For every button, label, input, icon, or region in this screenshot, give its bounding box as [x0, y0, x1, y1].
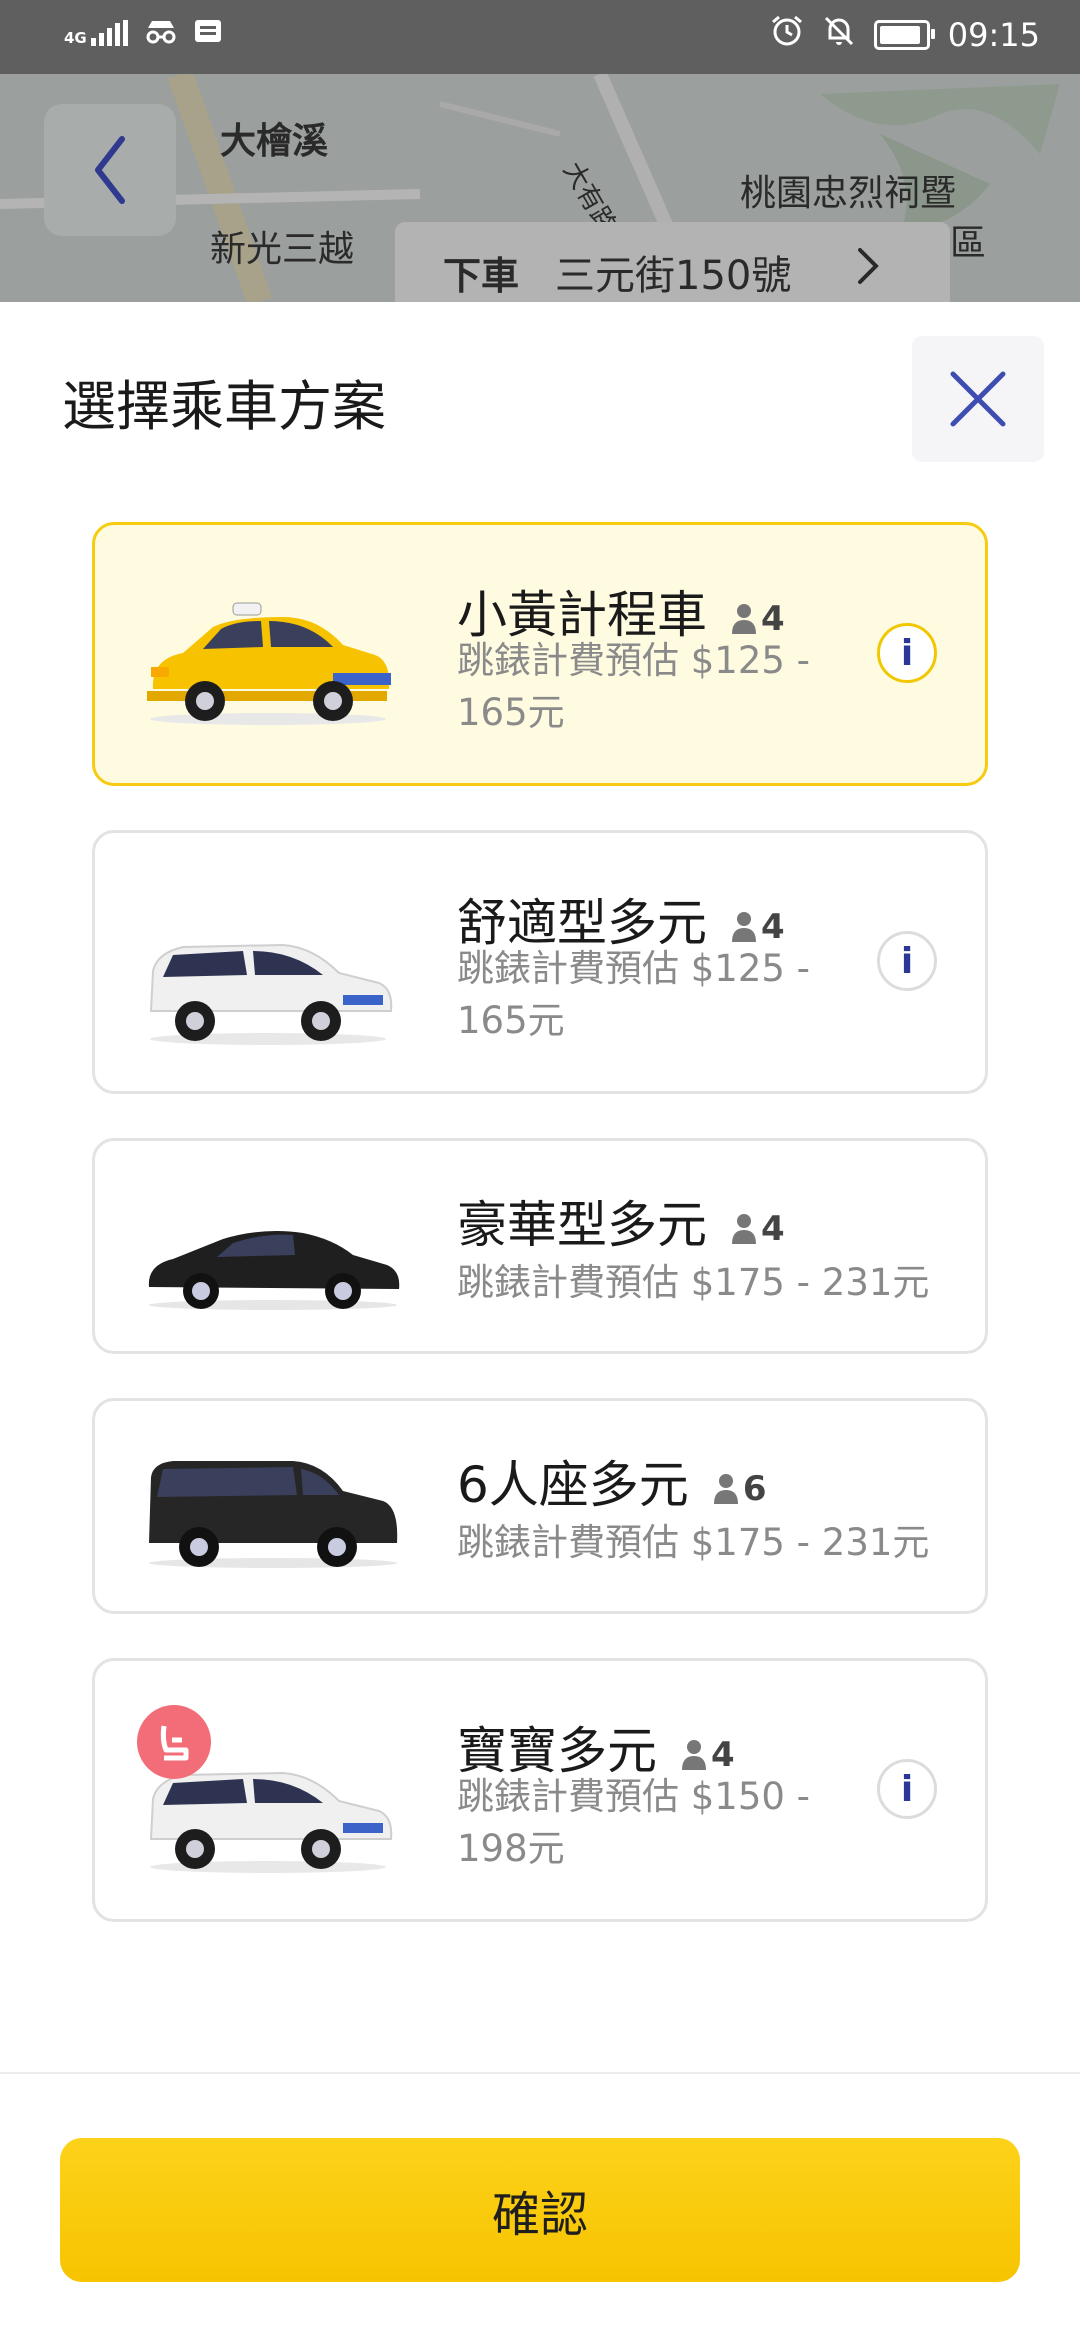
ride-option-baby[interactable]: 寶寶多元 4 跳錶計費預估 $150 - 198元 i — [92, 1658, 988, 1922]
mute-icon — [822, 14, 856, 56]
person-icon — [732, 1213, 756, 1244]
alarm-icon — [770, 14, 804, 56]
network-type: 4G — [64, 29, 87, 47]
passenger-capacity: 4 — [731, 599, 785, 639]
option-name: 豪華型多元 — [457, 1196, 707, 1254]
price-estimate: 跳錶計費預估 $125 - 165元 — [457, 639, 811, 734]
white-minivan-icon — [149, 943, 393, 1045]
passenger-count: 4 — [711, 1734, 735, 1775]
passenger-capacity: 4 — [731, 907, 785, 947]
sheet-title: 選擇乘車方案 — [62, 375, 386, 438]
black-van-icon — [149, 1461, 398, 1568]
person-icon — [682, 1739, 706, 1770]
passenger-count: 4 — [761, 1208, 785, 1249]
black-sedan-icon — [148, 1231, 400, 1310]
signal-icon: 4G — [64, 20, 128, 46]
ride-option-yellow-taxi[interactable]: 小黃計程車 4 跳錶計費預估 $125 - 165元 i — [92, 522, 988, 786]
info-button[interactable]: i — [877, 1759, 937, 1819]
ride-option-luxury[interactable]: 豪華型多元 4 跳錶計費預估 $175 - 231元 — [92, 1138, 988, 1354]
status-bar: 4G 09:15 — [0, 0, 1080, 74]
ride-option-comfort[interactable]: 舒適型多元 4 跳錶計費預估 $125 - 165元 i — [92, 830, 988, 1094]
yellow-taxi-icon — [147, 602, 391, 725]
person-icon — [732, 603, 756, 634]
ride-option-6-seater[interactable]: 6人座多元 6 跳錶計費預估 $175 - 231元 — [92, 1398, 988, 1614]
info-button[interactable]: i — [877, 623, 937, 683]
passenger-count: 4 — [761, 906, 785, 947]
confirm-button[interactable]: 確認 — [60, 2138, 1020, 2282]
destination-card[interactable]: 下車 三元街150號 — [395, 222, 950, 302]
passenger-capacity: 4 — [731, 1209, 785, 1249]
price-estimate: 跳錶計費預估 $125 - 165元 — [457, 947, 811, 1042]
info-icon: i — [900, 632, 914, 674]
close-icon — [950, 371, 1006, 427]
map-label: 區 — [950, 223, 987, 264]
passenger-count: 6 — [742, 1468, 767, 1509]
passenger-count: 4 — [761, 598, 785, 639]
child-seat-icon — [137, 1705, 211, 1779]
price-estimate: 跳錶計費預估 $175 - 231元 — [457, 1521, 930, 1564]
chevron-right-icon — [856, 244, 880, 292]
person-icon — [713, 1473, 738, 1504]
price-estimate: 跳錶計費預估 $150 - 198元 — [457, 1775, 811, 1870]
price-estimate: 跳錶計費預估 $175 - 231元 — [457, 1261, 930, 1304]
close-button[interactable] — [912, 336, 1044, 462]
map-label: 大檜溪 — [220, 121, 329, 162]
info-icon: i — [900, 1768, 914, 1810]
chevron-left-icon — [95, 136, 125, 204]
passenger-capacity: 6 — [713, 1468, 767, 1509]
info-icon: i — [900, 940, 914, 982]
person-icon — [732, 911, 756, 942]
divider — [0, 2072, 1080, 2074]
incognito-icon — [144, 18, 178, 48]
option-name: 6人座多元 — [457, 1456, 689, 1514]
map-view[interactable]: 大檜溪 新光三越 大有路 桃園忠烈祠暨 區 下車 三元街150號 — [0, 74, 1080, 302]
destination-address: 三元街150號 — [555, 253, 792, 299]
map-label: 桃園忠烈祠暨 — [740, 173, 957, 214]
battery-icon — [873, 20, 935, 50]
clock: 09:15 — [947, 16, 1040, 54]
passenger-capacity: 4 — [681, 1735, 735, 1775]
back-button[interactable] — [44, 104, 176, 236]
notification-icon — [194, 19, 222, 47]
info-button[interactable]: i — [877, 931, 937, 991]
ride-options-sheet: 選擇乘車方案 小黃計程車 4 跳錶計費預估 $125 - 165元 i 舒適型多… — [0, 302, 1080, 2340]
destination-label: 下車 — [443, 253, 520, 298]
map-label: 新光三越 — [210, 229, 355, 270]
